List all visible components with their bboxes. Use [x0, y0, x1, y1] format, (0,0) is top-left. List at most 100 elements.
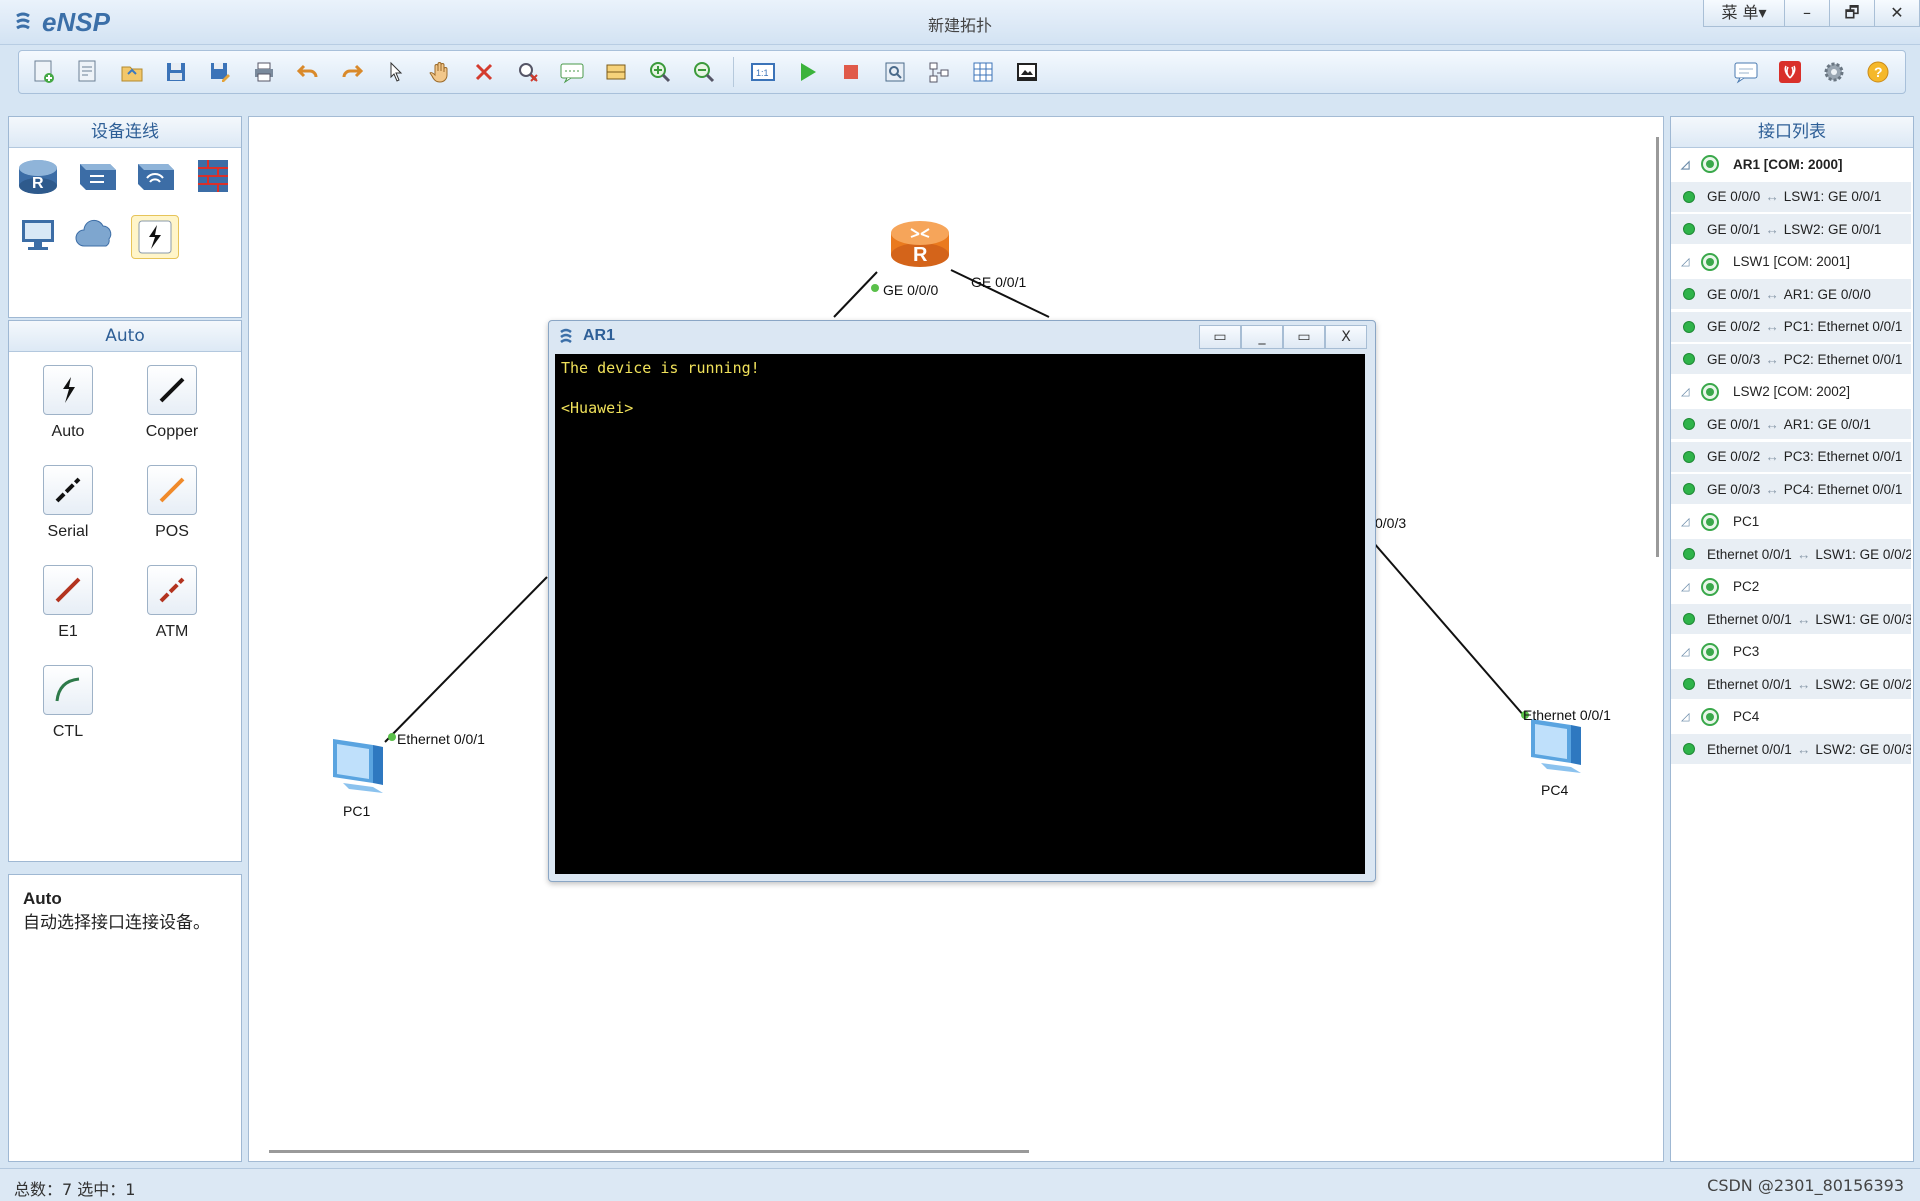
- undo-icon[interactable]: [293, 57, 323, 87]
- expand-triangle-icon[interactable]: ◿: [1681, 515, 1697, 528]
- link-arrow-icon: ↔: [1765, 319, 1779, 334]
- interface-device-row[interactable]: ◿ LSW2 [COM: 2002]: [1671, 376, 1911, 408]
- link-copper[interactable]: Copper: [127, 365, 217, 441]
- link-ctl[interactable]: CTL: [23, 665, 113, 741]
- expand-triangle-icon[interactable]: ◿: [1681, 710, 1697, 723]
- select-icon[interactable]: [381, 57, 411, 87]
- pc-icon[interactable]: [15, 215, 61, 257]
- console-close-button[interactable]: X: [1325, 325, 1367, 349]
- pos-link-icon[interactable]: [147, 465, 197, 515]
- interface-link-row[interactable]: Ethernet 0/0/1 ↔ LSW1: GE 0/0/3: [1671, 604, 1911, 635]
- expand-triangle-icon[interactable]: ◿: [1681, 580, 1697, 593]
- new-topology-icon[interactable]: [29, 57, 59, 87]
- pan-hand-icon[interactable]: [425, 57, 455, 87]
- e1-link-icon[interactable]: [43, 565, 93, 615]
- interface-link-row[interactable]: Ethernet 0/0/1 ↔ LSW2: GE 0/0/2: [1671, 669, 1911, 700]
- redo-icon[interactable]: [337, 57, 367, 87]
- main-menu-button[interactable]: 菜 单▾: [1703, 0, 1785, 27]
- link-ar1-lsw1[interactable]: [833, 271, 878, 318]
- fit-icon[interactable]: 1:1: [748, 57, 778, 87]
- link-status-icon: [1683, 743, 1695, 755]
- zoom-in-icon[interactable]: [645, 57, 675, 87]
- interface-device-row[interactable]: ◿ PC2: [1671, 571, 1911, 603]
- expand-triangle-icon[interactable]: ◿: [1681, 255, 1697, 268]
- new-example-icon[interactable]: [73, 57, 103, 87]
- grid-icon[interactable]: [968, 57, 998, 87]
- horizontal-scrollbar[interactable]: [269, 1150, 1029, 1153]
- link-auto[interactable]: Auto: [23, 365, 113, 441]
- link-lsw2-pc4[interactable]: [1372, 541, 1526, 718]
- wlan-icon[interactable]: [131, 155, 177, 197]
- delete-all-links-icon[interactable]: [513, 57, 543, 87]
- terminal-prompt: <Huawei>: [561, 399, 634, 417]
- interface-device-row[interactable]: ◿ AR1 [COM: 2000]: [1671, 149, 1911, 180]
- link-pos-label: POS: [155, 523, 189, 540]
- interface-device-row[interactable]: ◿ LSW1 [COM: 2001]: [1671, 246, 1911, 278]
- console-tile-button[interactable]: ▭: [1199, 325, 1241, 349]
- background-icon[interactable]: [1012, 57, 1042, 87]
- start-device-icon[interactable]: [792, 57, 822, 87]
- interface-link-row[interactable]: GE 0/0/1 ↔ AR1: GE 0/0/0: [1671, 279, 1911, 310]
- atm-link-icon[interactable]: [147, 565, 197, 615]
- console-window-ar1[interactable]: AR1 ▭ _ ▭ X The device is running! <Huaw…: [548, 320, 1376, 882]
- zoom-out-icon[interactable]: [689, 57, 719, 87]
- vertical-scrollbar[interactable]: [1656, 137, 1659, 557]
- interface-device-row[interactable]: ◿ PC1: [1671, 506, 1911, 538]
- serial-link-icon[interactable]: [43, 465, 93, 515]
- link-pos[interactable]: POS: [127, 465, 217, 541]
- interface-link-row[interactable]: GE 0/0/0 ↔ LSW1: GE 0/0/1: [1671, 181, 1911, 213]
- stop-device-icon[interactable]: [836, 57, 866, 87]
- add-note-icon[interactable]: [557, 57, 587, 87]
- auto-link-icon[interactable]: [43, 365, 93, 415]
- chat-icon[interactable]: [1731, 57, 1761, 87]
- copper-link-icon[interactable]: [147, 365, 197, 415]
- device-panel: 设备连线 R: [8, 116, 242, 318]
- topology-icon[interactable]: [924, 57, 954, 87]
- restore-button[interactable]: 🗗: [1830, 0, 1875, 27]
- add-shape-icon[interactable]: [601, 57, 631, 87]
- interface-link-row[interactable]: GE 0/0/3 ↔ PC2: Ethernet 0/0/1: [1671, 344, 1911, 375]
- link-arrow-icon: ↔: [1796, 676, 1811, 692]
- router-icon[interactable]: R: [15, 155, 61, 197]
- interface-link-row[interactable]: GE 0/0/2 ↔ PC3: Ethernet 0/0/1: [1671, 441, 1911, 473]
- expand-triangle-icon[interactable]: ◿: [1681, 385, 1697, 398]
- capture-icon[interactable]: [880, 57, 910, 87]
- status-counts: 总数：7 选中：1: [14, 1180, 136, 1199]
- console-title[interactable]: AR1: [559, 327, 615, 345]
- console-minimize-button[interactable]: _: [1241, 325, 1283, 349]
- terminal-output[interactable]: The device is running! <Huawei>: [555, 354, 1365, 874]
- firewall-icon[interactable]: [189, 155, 235, 197]
- save-as-icon[interactable]: [205, 57, 235, 87]
- close-button[interactable]: ✕: [1875, 0, 1920, 27]
- interface-remote-port: PC2: Ethernet 0/0/1: [1783, 351, 1903, 367]
- link-status-icon: [1683, 223, 1695, 235]
- interface-link-row[interactable]: Ethernet 0/0/1 ↔ LSW2: GE 0/0/3: [1671, 734, 1911, 765]
- interface-device-row[interactable]: ◿ PC4: [1671, 701, 1911, 733]
- interface-link-row[interactable]: GE 0/0/1 ↔ LSW2: GE 0/0/1: [1671, 214, 1911, 245]
- huawei-icon[interactable]: [1775, 57, 1805, 87]
- settings-icon[interactable]: [1819, 57, 1849, 87]
- interface-link-row[interactable]: GE 0/0/3 ↔ PC4: Ethernet 0/0/1: [1671, 474, 1911, 505]
- cloud-icon[interactable]: [73, 215, 119, 257]
- delete-icon[interactable]: [469, 57, 499, 87]
- link-serial[interactable]: Serial: [23, 465, 113, 541]
- interface-device-row[interactable]: ◿ PC3: [1671, 636, 1911, 668]
- expand-triangle-icon[interactable]: ◿: [1681, 158, 1697, 171]
- interface-link-row[interactable]: Ethernet 0/0/1 ↔ LSW1: GE 0/0/2: [1671, 539, 1911, 570]
- link-atm[interactable]: ATM: [127, 565, 217, 641]
- ctl-link-icon[interactable]: [43, 665, 93, 715]
- help-icon[interactable]: ?: [1863, 57, 1893, 87]
- minimize-button[interactable]: –: [1785, 0, 1830, 27]
- interface-link-row[interactable]: GE 0/0/1 ↔ AR1: GE 0/0/1: [1671, 409, 1911, 440]
- print-icon[interactable]: [249, 57, 279, 87]
- expand-triangle-icon[interactable]: ◿: [1681, 645, 1697, 658]
- console-maximize-button[interactable]: ▭: [1283, 325, 1325, 349]
- interface-device-label: PC2: [1733, 579, 1760, 594]
- link-lsw1-pc1[interactable]: [384, 576, 548, 743]
- interface-link-row[interactable]: GE 0/0/2 ↔ PC1: Ethernet 0/0/1: [1671, 311, 1911, 343]
- link-e1[interactable]: E1: [23, 565, 113, 641]
- save-icon[interactable]: [161, 57, 191, 87]
- open-icon[interactable]: [117, 57, 147, 87]
- switch-icon[interactable]: [73, 155, 119, 197]
- link-icon[interactable]: [131, 215, 179, 259]
